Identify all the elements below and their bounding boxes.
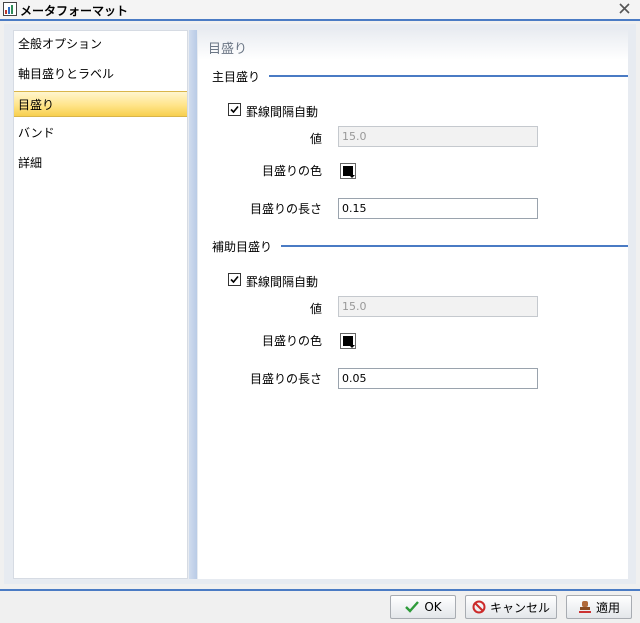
cancel-button-label: キャンセル [489, 600, 550, 615]
checkmark-icon [230, 105, 239, 114]
section-divider [281, 245, 628, 247]
panel-title: 目盛り [208, 42, 248, 57]
settings-panel: 目盛り 主目盛り 罫線間隔自動 値 15.0 目盛りの色 目盛りの長さ 0.15… [198, 30, 628, 579]
nav-item-general-options[interactable]: 全般オプション [14, 31, 187, 57]
checkmark-icon [230, 275, 239, 284]
meter-app-icon [3, 2, 17, 16]
major-value-label: 値 [309, 132, 322, 146]
stamp-icon [578, 601, 591, 613]
minor-value-field[interactable]: 15.0 [338, 296, 538, 317]
minor-value-label: 値 [309, 302, 322, 316]
major-auto-interval-checkbox[interactable] [228, 103, 241, 116]
nav-item-label: バンド [18, 126, 55, 140]
panel-header: 目盛り [198, 30, 628, 60]
button-bar: OK キャンセル 適用 [0, 591, 640, 623]
nav-item-axis-scale-labels[interactable]: 軸目盛りとラベル [14, 61, 187, 87]
major-length-field[interactable]: 0.15 [338, 198, 538, 219]
major-ticks-section-title: 主目盛り [212, 70, 261, 84]
nav-item-details[interactable]: 詳細 [14, 150, 187, 176]
nav-item-label: 軸目盛りとラベル [18, 67, 115, 81]
splitter[interactable] [189, 30, 197, 579]
minor-length-label: 目盛りの長さ [249, 372, 322, 386]
ok-button[interactable]: OK [390, 595, 456, 619]
major-length-label: 目盛りの長さ [249, 202, 322, 216]
minor-length-field[interactable]: 0.05 [338, 368, 538, 389]
apply-button[interactable]: 適用 [566, 595, 632, 619]
minor-auto-interval-label: 罫線間隔自動 [246, 275, 319, 289]
nav-item-label: 全般オプション [18, 37, 103, 51]
prohibited-icon [472, 600, 486, 614]
major-color-picker[interactable] [340, 163, 356, 179]
nav-item-ticks[interactable]: 目盛り [14, 91, 187, 117]
nav-item-label: 詳細 [18, 156, 43, 170]
major-color-label: 目盛りの色 [261, 164, 322, 178]
major-value-field[interactable]: 15.0 [338, 126, 538, 147]
apply-button-label: 適用 [595, 600, 620, 615]
cancel-button[interactable]: キャンセル [465, 595, 557, 619]
section-divider [269, 75, 628, 77]
nav-item-label: 目盛り [18, 98, 55, 112]
close-icon[interactable] [619, 3, 630, 14]
dropdown-arrow-icon [349, 345, 355, 348]
ok-button-label: OK [424, 600, 442, 614]
checkmark-icon [405, 601, 420, 613]
nav-item-bands[interactable]: バンド [14, 120, 187, 146]
minor-color-picker[interactable] [340, 333, 356, 349]
minor-ticks-section-title: 補助目盛り [212, 240, 273, 254]
minor-auto-interval-checkbox[interactable] [228, 273, 241, 286]
category-nav: 全般オプション 軸目盛りとラベル 目盛り バンド 詳細 [13, 30, 188, 579]
major-auto-interval-label: 罫線間隔自動 [246, 105, 319, 119]
dropdown-arrow-icon [349, 175, 355, 178]
title-bar: メータフォーマット [0, 0, 640, 19]
title-divider [0, 19, 640, 21]
window-title: メータフォーマット [20, 4, 129, 18]
minor-color-label: 目盛りの色 [261, 334, 322, 348]
